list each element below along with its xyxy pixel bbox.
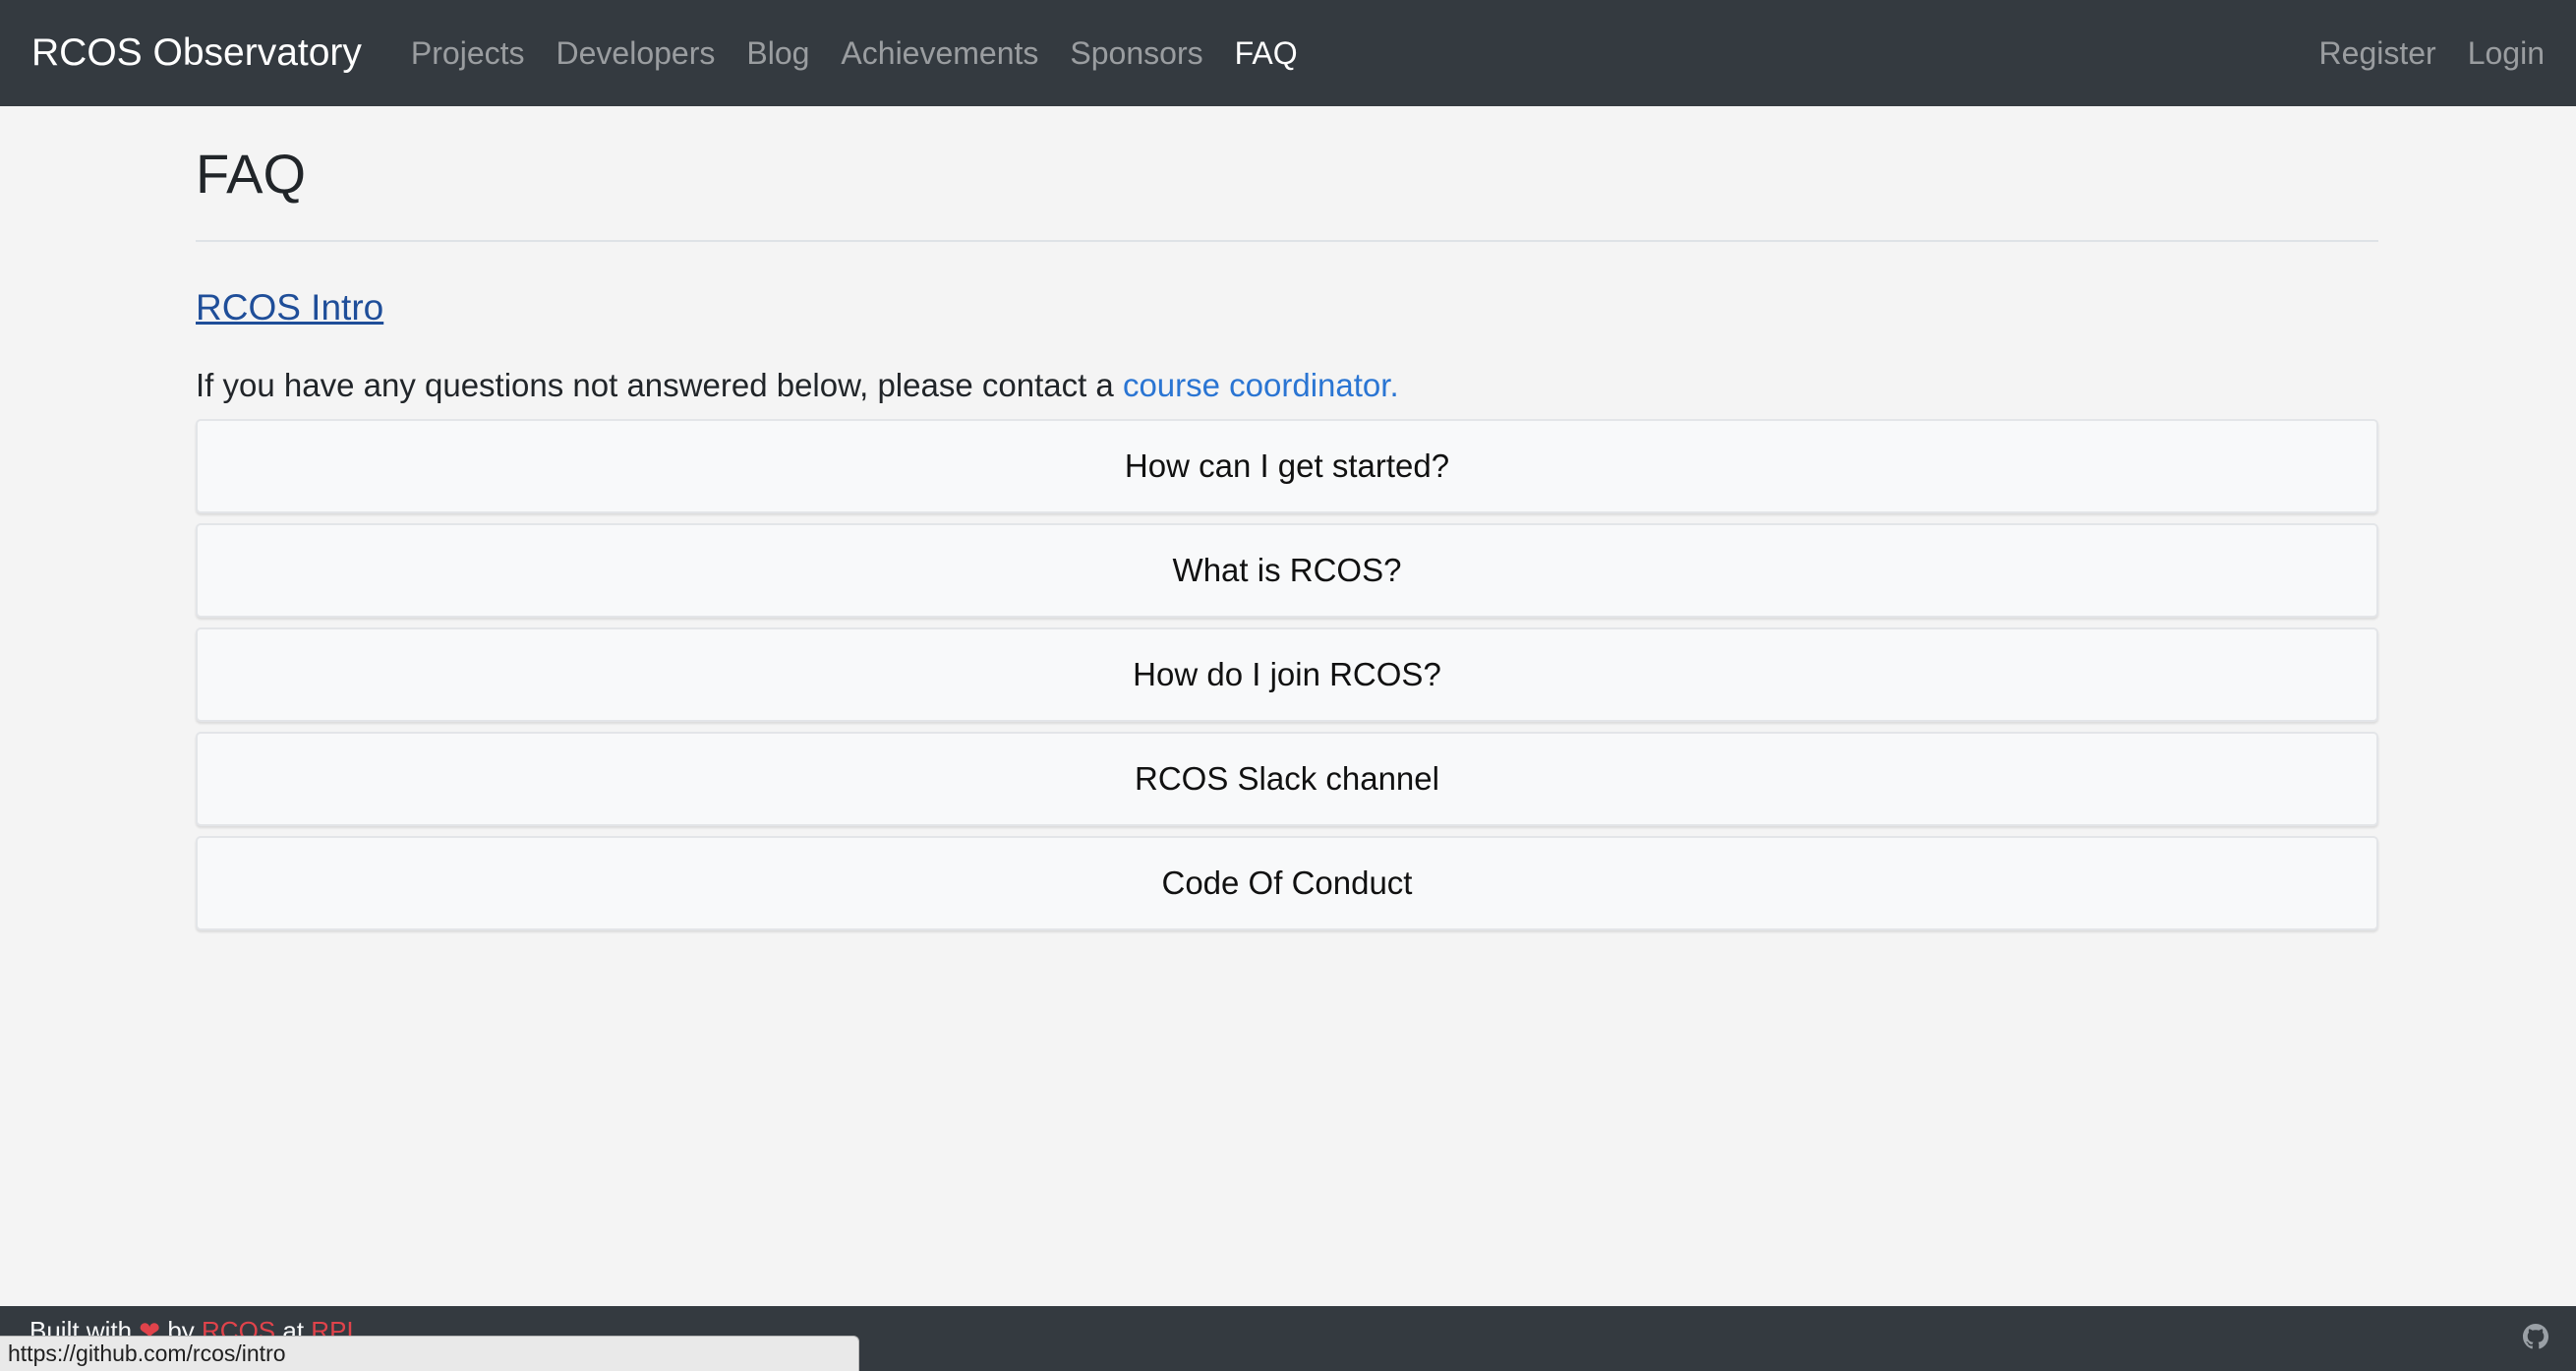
- faq-item-code-of-conduct[interactable]: Code Of Conduct: [196, 836, 2378, 930]
- faq-item-slack-channel[interactable]: RCOS Slack channel: [196, 732, 2378, 826]
- course-coordinator-link[interactable]: course coordinator.: [1123, 367, 1399, 403]
- nav-link-sponsors[interactable]: Sponsors: [1070, 35, 1202, 72]
- nav-link-projects[interactable]: Projects: [411, 35, 525, 72]
- nav-link-developers[interactable]: Developers: [556, 35, 716, 72]
- faq-item-join-rcos[interactable]: How do I join RCOS?: [196, 627, 2378, 722]
- github-icon[interactable]: [2523, 1324, 2548, 1349]
- main-content: FAQ RCOS Intro If you have any questions…: [196, 106, 2378, 940]
- nav-links: Projects Developers Blog Achievements Sp…: [411, 35, 1329, 72]
- nav-link-blog[interactable]: Blog: [746, 35, 809, 72]
- top-navbar: RCOS Observatory Projects Developers Blo…: [0, 0, 2576, 106]
- faq-item-get-started[interactable]: How can I get started?: [196, 419, 2378, 513]
- nav-link-achievements[interactable]: Achievements: [841, 35, 1038, 72]
- brand-link[interactable]: RCOS Observatory: [31, 31, 362, 75]
- login-link[interactable]: Login: [2468, 35, 2545, 72]
- faq-accordion: How can I get started? What is RCOS? How…: [196, 419, 2378, 930]
- page-title: FAQ: [196, 143, 307, 205]
- faq-item-what-is-rcos[interactable]: What is RCOS?: [196, 523, 2378, 618]
- rcos-intro-link[interactable]: RCOS Intro: [196, 287, 383, 328]
- nav-auth-links: Register Login: [2319, 35, 2545, 72]
- contact-text-label: If you have any questions not answered b…: [196, 367, 1123, 403]
- title-divider: [196, 240, 2378, 242]
- nav-link-faq[interactable]: FAQ: [1235, 35, 1298, 72]
- link-status-bar: https://github.com/rcos/intro: [0, 1336, 859, 1371]
- register-link[interactable]: Register: [2319, 35, 2436, 72]
- contact-text: If you have any questions not answered b…: [196, 364, 2378, 407]
